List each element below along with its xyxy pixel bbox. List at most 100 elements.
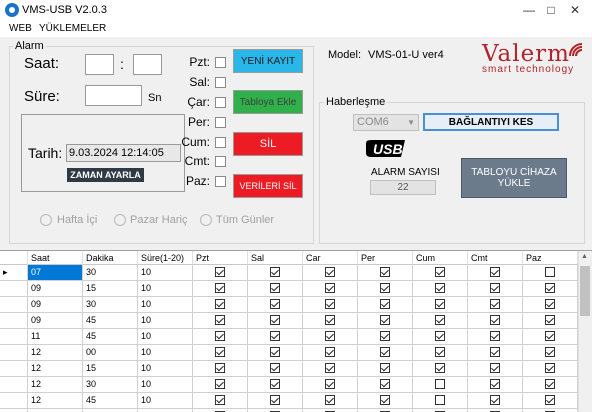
row-header[interactable]	[0, 281, 28, 297]
cell-dakika[interactable]: 45	[83, 329, 138, 345]
checkbox-pzt[interactable]	[215, 299, 225, 309]
checkbox-sal[interactable]	[270, 347, 280, 357]
day-checkbox-car[interactable]	[215, 97, 226, 108]
checkbox-sal[interactable]	[270, 331, 280, 341]
yeni-kayit-button[interactable]: YENİ KAYIT	[233, 49, 303, 73]
menu-yuklemeler[interactable]: YÜKLEMELER	[39, 23, 106, 34]
cell-dakika[interactable]: 45	[83, 313, 138, 329]
checkbox-pzt[interactable]	[215, 315, 225, 325]
checkbox-per[interactable]	[380, 347, 390, 357]
checkbox-car[interactable]	[325, 347, 335, 357]
day-checkbox-cum[interactable]	[215, 137, 226, 148]
checkbox-paz[interactable]	[545, 331, 555, 341]
cell-sure[interactable]: 10	[138, 393, 193, 409]
checkbox-paz[interactable]	[545, 299, 555, 309]
tabloyu-yukle-button[interactable]: TABLOYU CİHAZA YÜKLE	[461, 158, 567, 198]
col-header-dakika[interactable]: Dakika	[83, 251, 138, 265]
checkbox-paz[interactable]	[545, 379, 555, 389]
radio-tum-gunler[interactable]	[200, 214, 212, 226]
cell-sure[interactable]: 10	[138, 265, 193, 281]
checkbox-pzt[interactable]	[215, 267, 225, 277]
cell-sure[interactable]: 10	[138, 329, 193, 345]
checkbox-sal[interactable]	[270, 395, 280, 405]
cell-saat[interactable]: 12	[28, 361, 83, 377]
date-field[interactable]: 9.03.2024 12:14:05	[66, 144, 181, 162]
checkbox-cum[interactable]	[435, 363, 445, 373]
checkbox-car[interactable]	[325, 331, 335, 341]
checkbox-paz[interactable]	[545, 363, 555, 373]
zaman-ayarla-button[interactable]: ZAMAN AYARLA	[67, 168, 144, 182]
cell-dakika[interactable]: 15	[83, 281, 138, 297]
checkbox-car[interactable]	[325, 315, 335, 325]
cell-dakika[interactable]: 30	[83, 265, 138, 281]
row-header[interactable]	[0, 329, 28, 345]
cell-saat[interactable]: 12	[28, 393, 83, 409]
cell-saat[interactable]: 07	[28, 265, 83, 281]
checkbox-per[interactable]	[380, 283, 390, 293]
checkbox-cmt[interactable]	[490, 267, 500, 277]
col-header-sal[interactable]: Sal	[248, 251, 303, 265]
checkbox-cmt[interactable]	[490, 283, 500, 293]
port-select[interactable]: COM6 ▼	[353, 114, 419, 131]
checkbox-cmt[interactable]	[490, 331, 500, 341]
cell-sure[interactable]: 10	[138, 377, 193, 393]
checkbox-paz[interactable]	[545, 315, 555, 325]
checkbox-per[interactable]	[380, 299, 390, 309]
checkbox-cum[interactable]	[435, 315, 445, 325]
maximize-icon[interactable]: □	[540, 2, 562, 18]
col-header-car[interactable]: Car	[303, 251, 358, 265]
checkbox-car[interactable]	[325, 379, 335, 389]
cell-saat[interactable]: 09	[28, 281, 83, 297]
cell-saat[interactable]: 12	[28, 377, 83, 393]
checkbox-cum[interactable]	[435, 347, 445, 357]
day-checkbox-per[interactable]	[215, 117, 226, 128]
checkbox-cmt[interactable]	[490, 363, 500, 373]
checkbox-sal[interactable]	[270, 363, 280, 373]
day-checkbox-pzt[interactable]	[215, 57, 226, 68]
day-checkbox-sal[interactable]	[215, 77, 226, 88]
checkbox-car[interactable]	[325, 395, 335, 405]
cell-sure[interactable]: 10	[138, 281, 193, 297]
checkbox-cum[interactable]	[435, 299, 445, 309]
checkbox-pzt[interactable]	[215, 347, 225, 357]
sil-button[interactable]: SİL	[233, 132, 303, 156]
tabloya-ekle-button[interactable]: Tabloya Ekle	[233, 90, 303, 114]
cell-saat[interactable]: 11	[28, 329, 83, 345]
checkbox-paz[interactable]	[545, 283, 555, 293]
day-checkbox-paz[interactable]	[215, 176, 226, 187]
checkbox-per[interactable]	[380, 315, 390, 325]
close-icon[interactable]: ✕	[564, 2, 586, 18]
checkbox-cmt[interactable]	[490, 395, 500, 405]
col-header-pzt[interactable]: Pzt	[193, 251, 248, 265]
checkbox-cmt[interactable]	[490, 379, 500, 389]
checkbox-cmt[interactable]	[490, 347, 500, 357]
checkbox-per[interactable]	[380, 331, 390, 341]
col-header-paz[interactable]: Paz	[523, 251, 578, 265]
checkbox-car[interactable]	[325, 363, 335, 373]
verileri-sil-button[interactable]: VERİLERİ SİL	[233, 174, 303, 198]
row-header[interactable]	[0, 297, 28, 313]
cell-dakika[interactable]: 15	[83, 361, 138, 377]
cell-sure[interactable]: 10	[138, 313, 193, 329]
checkbox-pzt[interactable]	[215, 379, 225, 389]
row-header[interactable]	[0, 345, 28, 361]
radio-hafta-ici[interactable]	[40, 214, 52, 226]
checkbox-car[interactable]	[325, 267, 335, 277]
cell-saat[interactable]: 12	[28, 345, 83, 361]
checkbox-cum[interactable]	[435, 395, 445, 405]
row-header[interactable]	[0, 393, 28, 409]
checkbox-paz[interactable]	[545, 395, 555, 405]
checkbox-pzt[interactable]	[215, 331, 225, 341]
cell-dakika[interactable]: 00	[83, 345, 138, 361]
row-header[interactable]: ▸	[0, 265, 28, 281]
checkbox-sal[interactable]	[270, 283, 280, 293]
row-header[interactable]	[0, 377, 28, 393]
hour-input[interactable]	[85, 54, 114, 75]
col-header-sure[interactable]: Süre(1-20)	[138, 251, 193, 265]
checkbox-cum[interactable]	[435, 331, 445, 341]
scroll-thumb[interactable]	[580, 266, 590, 316]
checkbox-per[interactable]	[380, 267, 390, 277]
cell-sure[interactable]: 10	[138, 361, 193, 377]
cell-sure[interactable]: 10	[138, 297, 193, 313]
checkbox-cum[interactable]	[435, 379, 445, 389]
